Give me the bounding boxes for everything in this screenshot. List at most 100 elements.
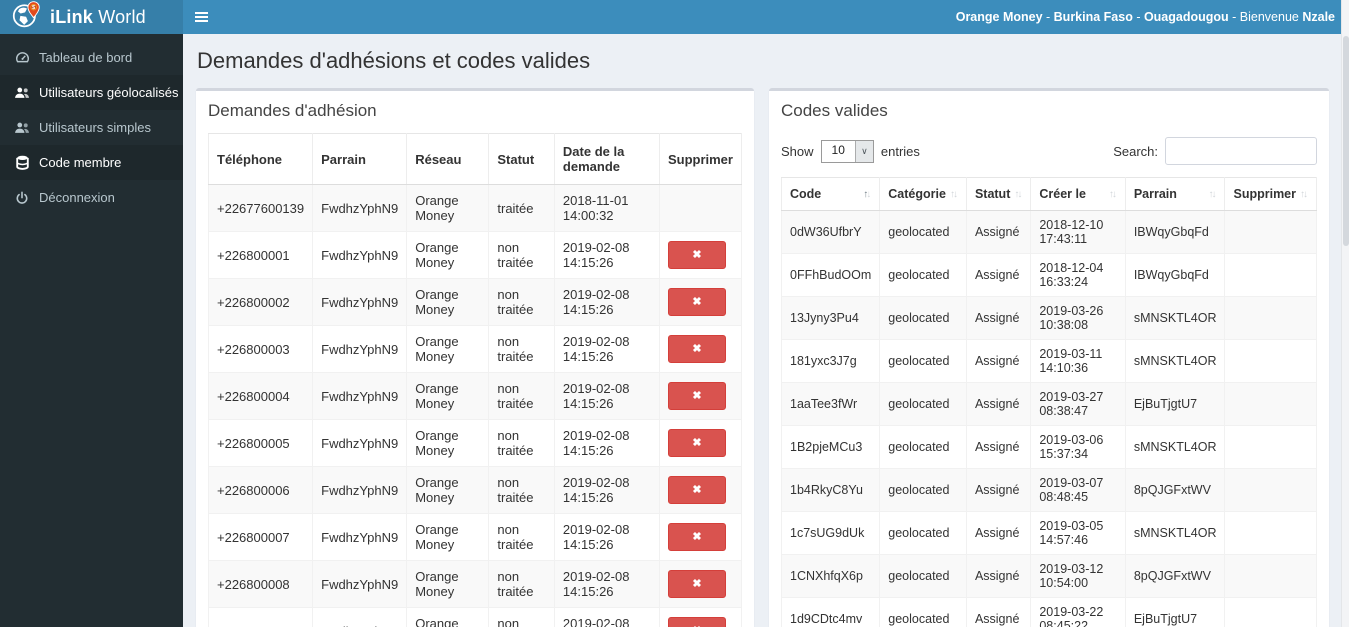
sortable-column-header[interactable]: Code ↑↓ bbox=[780, 177, 881, 211]
delete-button[interactable]: ✖ bbox=[667, 241, 726, 269]
column-label: Créer le bbox=[1039, 187, 1086, 201]
cell-supprimer bbox=[1224, 296, 1317, 340]
cell-code: 1B2pjeMCu3 bbox=[780, 425, 881, 469]
sidebar-toggle-hamburger-icon[interactable] bbox=[195, 4, 221, 30]
table-row: +226800005 FwdhzYphN9 Orange Money non trai… bbox=[207, 419, 743, 467]
table-row: 0dW36UfbrY geolocated Assigné 2018-12-10 17… bbox=[780, 210, 1317, 254]
cell-categorie: geolocated bbox=[879, 253, 967, 297]
cell-reseau: Orange Money bbox=[406, 513, 490, 561]
delete-button[interactable]: ✖ bbox=[667, 617, 726, 627]
cell-cree_le: 2019-03-12 10:54:00 bbox=[1030, 554, 1126, 598]
user-info: Orange Money - Burkina Faso - Ouagadougo… bbox=[956, 10, 1335, 24]
page-title: Demandes d'adhésions et codes valides bbox=[197, 48, 591, 73]
brand-logo-area[interactable]: $ iLink World bbox=[0, 0, 183, 34]
cell-code: 0dW36UfbrY bbox=[780, 210, 881, 254]
cell-statut: non traitée bbox=[488, 325, 555, 373]
cell-supprimer bbox=[1224, 468, 1317, 512]
cell-telephone: +226800006 bbox=[207, 466, 314, 514]
sort-desc-icon: ↓ bbox=[866, 188, 871, 200]
sidebar-item-utilisateurs-simples[interactable]: Utilisateurs simples bbox=[0, 110, 183, 145]
chevron-down-icon: ∨ bbox=[854, 140, 873, 162]
sortable-column-header[interactable]: Statut ↑↓ bbox=[965, 177, 1032, 211]
delete-button[interactable]: ✖ bbox=[667, 429, 726, 457]
sidebar-item-deconnexion[interactable]: Déconnexion bbox=[0, 180, 183, 215]
table-row: +226800009FwdhzYphN9Orange Moneynon trai… bbox=[207, 607, 743, 627]
cell-categorie: geolocated bbox=[879, 382, 967, 426]
cell-parrain: sMNSKTL4OR bbox=[1124, 296, 1226, 340]
cell-parrain: EjBuTjgtU7 bbox=[1124, 382, 1226, 426]
sidebar-item-code-membre[interactable]: Code membre bbox=[0, 145, 183, 180]
delete-button[interactable]: ✖ bbox=[667, 288, 726, 316]
table-row: 1CNXhfqX6p geolocated Assigné 2019-03-12 10… bbox=[780, 554, 1317, 598]
cell-supprimer bbox=[1224, 339, 1317, 383]
user-info-segment: Ouagadougou bbox=[1143, 10, 1229, 24]
delete-button[interactable]: ✖ bbox=[667, 523, 726, 551]
cell-parrain: IBWqyGbqFd bbox=[1124, 210, 1226, 254]
cell-statut: Assigné bbox=[965, 554, 1032, 598]
cell-reseau: Orange Money bbox=[406, 466, 490, 514]
sidebar-item-label: Utilisateurs géolocalisés bbox=[39, 85, 179, 100]
cell-statut: Assigné bbox=[965, 339, 1032, 383]
cell-statut: non traitée bbox=[488, 607, 555, 627]
sidebar-item-utilisateurs-geolocalises[interactable]: Utilisateurs géolocalisés bbox=[0, 75, 183, 110]
column-label: Catégorie bbox=[888, 187, 946, 201]
sortable-column-header[interactable]: Catégorie ↑↓ bbox=[879, 177, 967, 211]
cell-code: 13Jyny3Pu4 bbox=[780, 296, 881, 340]
dashboard-icon bbox=[14, 50, 30, 65]
cell-supprimer bbox=[1224, 597, 1317, 627]
sortable-column-header[interactable]: Créer le ↑↓ bbox=[1030, 177, 1126, 211]
user-info-segment: Nzale bbox=[1302, 10, 1335, 24]
cell-date: 2019-02-08 14:15:26 bbox=[553, 419, 660, 467]
cell-cree_le: 2019-03-07 08:48:45 bbox=[1030, 468, 1126, 512]
cell-statut: non traitée bbox=[488, 419, 555, 467]
cell-parrain: FwdhzYphN9 bbox=[312, 278, 408, 326]
cell-reseau: Orange Money bbox=[406, 560, 490, 608]
sortable-column-header[interactable]: Parrain ↑↓ bbox=[1124, 177, 1226, 211]
delete-button[interactable]: ✖ bbox=[667, 476, 726, 504]
table-row: 1c7sUG9dUk geolocated Assigné 2019-03-05 14… bbox=[780, 511, 1317, 555]
adhesion-table: Téléphone Parrain Réseau Statut Date de la d… bbox=[207, 133, 743, 627]
cell-date: 2019-02-08 14:15:26 bbox=[553, 560, 660, 608]
cell-supprimer: ✖ bbox=[658, 419, 743, 467]
delete-button[interactable]: ✖ bbox=[667, 570, 726, 598]
cell-telephone: +226800009 bbox=[207, 607, 314, 627]
vertical-scrollbar[interactable] bbox=[1341, 0, 1349, 627]
page-length-select[interactable]: 10 ∨ bbox=[820, 139, 874, 163]
cell-code: 0FFhBudOOm bbox=[780, 253, 881, 297]
table-row: +226800006 FwdhzYphN9 Orange Money non trai… bbox=[207, 466, 743, 514]
cell-cree_le: 2019-03-11 14:10:36 bbox=[1030, 339, 1126, 383]
cell-statut: Assigné bbox=[965, 210, 1032, 254]
cell-statut: Assigné bbox=[965, 296, 1032, 340]
sortable-column-header[interactable]: Supprimer ↑↓ bbox=[1224, 177, 1317, 211]
cell-reseau: Orange Money bbox=[406, 278, 490, 326]
cell-supprimer: ✖ bbox=[658, 607, 743, 627]
cell-parrain: IBWqyGbqFd bbox=[1124, 253, 1226, 297]
cell-telephone: +22677600139 bbox=[207, 184, 314, 232]
table-row: +22677600139 FwdhzYphN9 Orange Money traité… bbox=[207, 184, 743, 232]
cell-reseau: Orange Money bbox=[406, 372, 490, 420]
sort-desc-icon: ↓ bbox=[1303, 188, 1308, 200]
main-content: Demandes d'adhésions et codes valides De… bbox=[183, 34, 1349, 627]
table-row: 181yxc3J7g geolocated Assigné 2019-03-11 14… bbox=[780, 339, 1317, 383]
users-icon bbox=[14, 121, 30, 134]
cell-telephone: +226800001 bbox=[207, 231, 314, 279]
globe-pin-logo-icon: $ bbox=[12, 0, 42, 34]
sort-icon: ↑↓ bbox=[863, 189, 871, 200]
table-row: +226800008 FwdhzYphN9 Orange Money non trai… bbox=[207, 560, 743, 608]
adhesion-table-head: Téléphone Parrain Réseau Statut Date de la d… bbox=[207, 133, 743, 185]
cell-supprimer: ✖ bbox=[658, 231, 743, 279]
scrollbar-thumb[interactable] bbox=[1343, 36, 1349, 246]
delete-button[interactable]: ✖ bbox=[667, 335, 726, 363]
sidebar-item-tableau-de-bord[interactable]: Tableau de bord bbox=[0, 40, 183, 75]
search-input[interactable] bbox=[1165, 137, 1317, 165]
cell-code: 181yxc3J7g bbox=[780, 339, 881, 383]
sidebar-item-label: Code membre bbox=[39, 155, 122, 170]
cell-categorie: geolocated bbox=[879, 468, 967, 512]
cell-code: 1aaTee3fWr bbox=[780, 382, 881, 426]
cell-parrain: FwdhzYphN9 bbox=[312, 184, 408, 232]
cell-supprimer: ✖ bbox=[658, 513, 743, 561]
cell-parrain: 8pQJGFxtWV bbox=[1124, 554, 1226, 598]
column-header: Parrain bbox=[312, 133, 408, 185]
delete-button[interactable]: ✖ bbox=[667, 382, 726, 410]
codes-table-head: Code ↑↓ Catégorie ↑↓ Statut ↑↓ Créer le ↑↓ Parra… bbox=[780, 177, 1317, 211]
